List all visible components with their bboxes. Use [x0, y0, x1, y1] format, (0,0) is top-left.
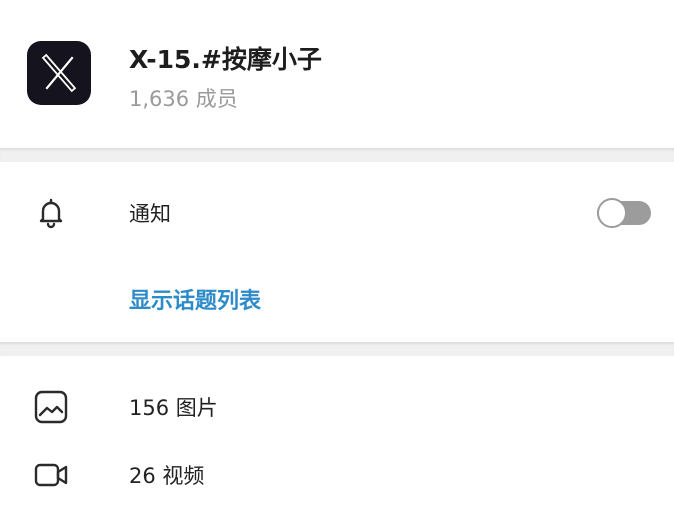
chat-title: X-15.#按摩小子	[129, 45, 322, 74]
media-photos-row[interactable]: 156 图片	[0, 380, 674, 434]
media-photos-label: 156 图片	[129, 396, 218, 420]
member-count: 1,636 成员	[129, 87, 238, 111]
section-divider	[0, 148, 674, 162]
video-icon	[34, 463, 68, 487]
chat-info-header: X-15.#按摩小子 1,636 成员	[0, 0, 674, 148]
media-videos-label: 26 视频	[129, 464, 205, 488]
notifications-label: 通知	[129, 202, 171, 226]
show-topics-link[interactable]: 显示话题列表	[129, 283, 261, 315]
section-divider	[0, 342, 674, 356]
media-section: 156 图片 26 视频	[0, 356, 674, 532]
image-icon	[34, 390, 68, 424]
notifications-row[interactable]: 通知	[0, 186, 674, 240]
toggle-knob	[597, 198, 627, 228]
x-logo-icon	[41, 53, 77, 93]
chat-avatar[interactable]	[27, 41, 91, 105]
bell-icon	[39, 198, 63, 229]
settings-section: 通知 显示话题列表	[0, 162, 674, 342]
notifications-toggle[interactable]	[597, 198, 651, 228]
media-videos-row[interactable]: 26 视频	[0, 448, 674, 502]
